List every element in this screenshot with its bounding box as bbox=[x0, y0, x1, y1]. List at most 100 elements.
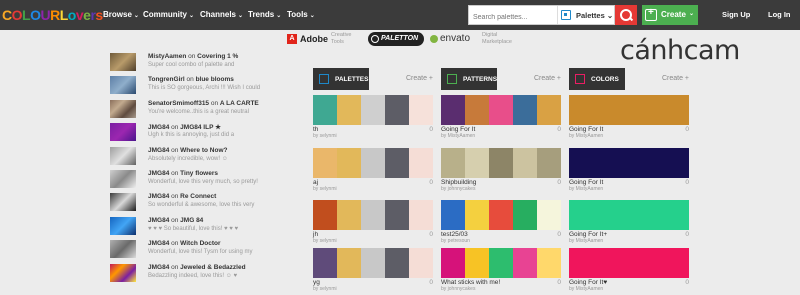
column-create-link[interactable]: Create + bbox=[406, 75, 433, 82]
activity-item[interactable]: MistyAamen on Covering 1 % Super cool com… bbox=[110, 52, 270, 74]
activity-user[interactable]: TongrenGirl bbox=[148, 76, 185, 83]
column-item[interactable]: jh by selynmi 0 bbox=[313, 200, 433, 244]
column-item[interactable]: Going For It♥ by MistyAamen 0 bbox=[569, 248, 689, 292]
activity-user[interactable]: JMG84 bbox=[148, 217, 169, 224]
activity-item[interactable]: JMG84 on Re Connect So wonderful & awesom… bbox=[110, 192, 270, 214]
activity-thumbnail[interactable] bbox=[110, 216, 136, 235]
create-button[interactable]: Create ⌄ bbox=[642, 5, 698, 25]
activity-item[interactable]: JMG84 on Jeweled & Bedazzled Bedazzling i… bbox=[110, 263, 270, 285]
item-author[interactable]: by MistyAamen bbox=[569, 186, 603, 192]
activity-target[interactable]: Jeweled & Bedazzled bbox=[180, 264, 245, 271]
column-item[interactable]: Going For It+ by MistyAamen 0 bbox=[569, 200, 689, 244]
activity-target[interactable]: Witch Doctor bbox=[180, 240, 220, 247]
nav-browse[interactable]: Browse ⌄ bbox=[103, 10, 139, 19]
color-swatch[interactable] bbox=[441, 95, 561, 125]
column-item[interactable]: th by selynmi 0 bbox=[313, 95, 433, 139]
activity-thumbnail[interactable] bbox=[110, 146, 136, 165]
column-item[interactable]: Going For It by MistyAamen 0 bbox=[441, 95, 561, 139]
activity-user[interactable]: JMG84 bbox=[148, 124, 169, 131]
color-swatch[interactable] bbox=[441, 200, 561, 230]
activity-target[interactable]: Covering 1 % bbox=[197, 53, 238, 60]
activity-thumbnail[interactable] bbox=[110, 263, 136, 282]
activity-target[interactable]: Where to Now? bbox=[180, 147, 227, 154]
activity-thumbnail[interactable] bbox=[110, 240, 136, 259]
activity-item[interactable]: JMG84 on JMG 84 ♥ ♥ ♥ So beautiful, love … bbox=[110, 216, 270, 238]
item-title[interactable]: Going For It bbox=[569, 179, 603, 186]
activity-user[interactable]: SenatorSmimoff315 bbox=[148, 100, 209, 107]
item-author[interactable]: by selynmi bbox=[313, 238, 337, 244]
activity-thumbnail[interactable] bbox=[110, 53, 136, 71]
item-author[interactable]: by MistyAamen bbox=[569, 133, 603, 139]
item-author[interactable]: by petresoun bbox=[441, 238, 470, 244]
column-item[interactable]: Shipbuilding by johnnycakes 0 bbox=[441, 148, 561, 192]
search-input[interactable] bbox=[469, 8, 555, 27]
activity-thumbnail[interactable] bbox=[110, 193, 136, 212]
color-swatch[interactable] bbox=[441, 248, 561, 278]
column-item[interactable]: aj by selynmi 0 bbox=[313, 148, 433, 192]
activity-user[interactable]: JMG84 bbox=[148, 264, 169, 271]
color-swatch[interactable] bbox=[313, 248, 433, 278]
column-create-link[interactable]: Create + bbox=[534, 75, 561, 82]
color-swatch[interactable] bbox=[441, 148, 561, 178]
item-title[interactable]: aj bbox=[313, 179, 318, 186]
item-author[interactable]: by selynmi bbox=[313, 186, 337, 192]
sponsor-envato[interactable]: envato Digital Marketplace bbox=[430, 32, 512, 46]
column-tab[interactable]: PALETTES bbox=[313, 68, 369, 90]
activity-thumbnail[interactable] bbox=[110, 170, 136, 188]
color-swatch[interactable] bbox=[313, 148, 433, 178]
item-author[interactable]: by selynmi bbox=[313, 133, 337, 139]
item-author[interactable]: by MistyAamen bbox=[569, 238, 603, 244]
item-title[interactable]: th bbox=[313, 126, 318, 133]
colourlovers-logo[interactable]: COLOURLovers bbox=[2, 7, 103, 23]
nav-channels[interactable]: Channels ⌄ bbox=[200, 10, 243, 19]
activity-thumbnail[interactable] bbox=[110, 76, 136, 95]
item-author[interactable]: by MistyAamen bbox=[569, 286, 603, 292]
column-create-link[interactable]: Create + bbox=[662, 75, 689, 82]
item-title[interactable]: yg bbox=[313, 279, 320, 286]
column-item[interactable]: Going For It by MistyAamen 0 bbox=[569, 95, 689, 139]
activity-item[interactable]: JMG84 on JMG84 ILP ★ Ugh k this is annoyi… bbox=[110, 122, 270, 144]
color-swatch[interactable] bbox=[569, 200, 689, 230]
nav-tools[interactable]: Tools ⌄ bbox=[287, 10, 315, 19]
item-title[interactable]: Going For It+ bbox=[569, 231, 607, 238]
item-author[interactable]: by selynmi bbox=[313, 286, 337, 292]
item-title[interactable]: Going For It bbox=[569, 126, 603, 133]
login-link[interactable]: Log In bbox=[768, 10, 791, 19]
color-swatch[interactable] bbox=[313, 95, 433, 125]
item-author[interactable]: by johnnycakes bbox=[441, 186, 475, 192]
activity-target[interactable]: blue blooms bbox=[196, 76, 234, 83]
color-swatch[interactable] bbox=[569, 95, 689, 125]
item-author[interactable]: by johnnycakes bbox=[441, 286, 475, 292]
activity-user[interactable]: JMG84 bbox=[148, 240, 169, 247]
search-type-select[interactable]: Palettes ⌄ bbox=[576, 11, 613, 20]
nav-community[interactable]: Community ⌄ bbox=[143, 10, 194, 19]
activity-user[interactable]: JMG84 bbox=[148, 147, 169, 154]
activity-target[interactable]: JMG 84 bbox=[180, 217, 203, 224]
item-title[interactable]: test25/03 bbox=[441, 231, 468, 238]
column-tab[interactable]: COLORS bbox=[569, 68, 625, 90]
color-swatch[interactable] bbox=[569, 248, 689, 278]
column-item[interactable]: test25/03 by petresoun 0 bbox=[441, 200, 561, 244]
activity-target[interactable]: JMG84 ILP ★ bbox=[180, 124, 221, 131]
signup-link[interactable]: Sign Up bbox=[722, 10, 750, 19]
activity-thumbnail[interactable] bbox=[110, 123, 136, 142]
activity-target[interactable]: A LA CARTE bbox=[220, 100, 259, 107]
sponsor-paletton[interactable]: PALETTON bbox=[368, 32, 424, 46]
item-title[interactable]: Going For It bbox=[441, 126, 475, 133]
sponsor-adobe[interactable]: A Adobe Creative Tools bbox=[287, 32, 367, 46]
activity-user[interactable]: JMG84 bbox=[148, 193, 169, 200]
item-title[interactable]: Shipbuilding bbox=[441, 179, 476, 186]
item-title[interactable]: Going For It♥ bbox=[569, 279, 607, 286]
activity-target[interactable]: Tiny flowers bbox=[180, 170, 218, 177]
column-item[interactable]: What sticks with me! by johnnycakes 0 bbox=[441, 248, 561, 292]
activity-thumbnail[interactable] bbox=[110, 99, 136, 118]
activity-target[interactable]: Re Connect bbox=[180, 193, 216, 200]
activity-item[interactable]: JMG84 on Tiny flowers Wonderful, love thi… bbox=[110, 169, 270, 191]
item-title[interactable]: jh bbox=[313, 231, 318, 238]
activity-item[interactable]: TongrenGirl on blue blooms This is SO gor… bbox=[110, 75, 270, 97]
item-title[interactable]: What sticks with me! bbox=[441, 279, 500, 286]
column-item[interactable]: yg by selynmi 0 bbox=[313, 248, 433, 292]
color-swatch[interactable] bbox=[569, 148, 689, 178]
activity-item[interactable]: JMG84 on Witch Doctor Wonderful, love thi… bbox=[110, 239, 270, 261]
nav-trends[interactable]: Trends ⌄ bbox=[248, 10, 281, 19]
